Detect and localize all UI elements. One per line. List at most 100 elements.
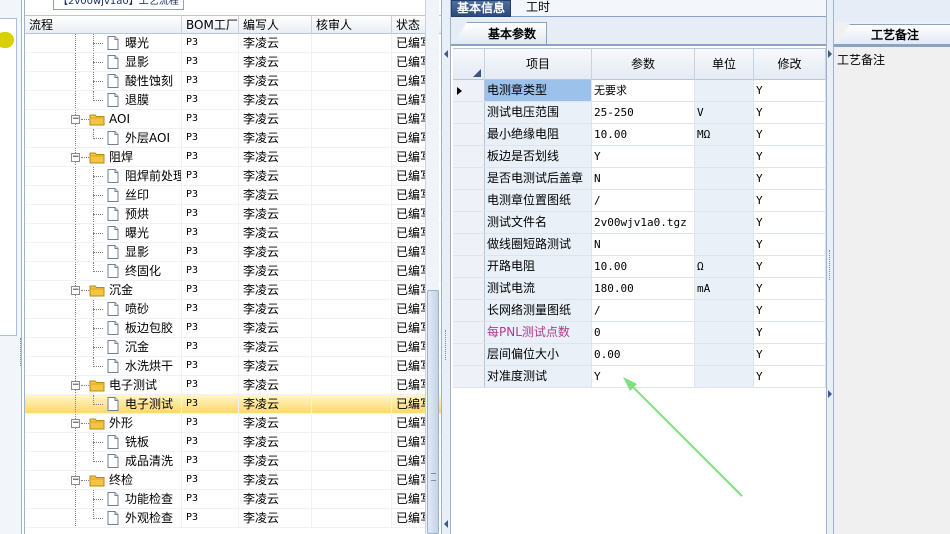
document-icon (107, 207, 119, 221)
tree-node[interactable]: 丝印 (25, 186, 182, 204)
left-splitter-grip[interactable] (20, 338, 23, 366)
tree-row[interactable]: 曝光 P3 李凌云 已编写 (25, 34, 442, 53)
tree-vertical-scrollbar[interactable] (425, 0, 439, 534)
reviewer-cell (312, 452, 392, 470)
author-cell: 李凌云 (239, 167, 312, 185)
tree-node[interactable]: 显影 (25, 53, 182, 71)
tree-node[interactable]: − 沉金 (25, 281, 182, 299)
document-icon (107, 74, 119, 88)
tree-node[interactable]: 终固化 (25, 262, 182, 280)
tree-node[interactable]: − AOI (25, 110, 182, 128)
tree-row[interactable]: − AOI P3 李凌云 已编写 (25, 110, 442, 129)
tree-row[interactable]: 板边包胶 P3 李凌云 已编写 (25, 319, 442, 338)
reviewer-cell (312, 205, 392, 223)
tree-node[interactable]: 成品清洗 (25, 452, 182, 470)
tree-node[interactable]: 外观检查 (25, 509, 182, 527)
tree-header-bom[interactable]: BOM工厂 (182, 16, 239, 34)
collapse-node-icon[interactable]: − (71, 381, 80, 390)
annotation-arrow (623, 377, 743, 497)
process-notes-panel: 工艺备注 工艺备注 (834, 0, 950, 534)
tree-row[interactable]: 阻焊前处理 P3 李凌云 已编写 (25, 167, 442, 186)
tree-row[interactable]: − 外形 P3 李凌云 已编写 (25, 414, 442, 433)
tree-node-label: 阻焊 (109, 150, 134, 164)
tree-node-label: 外层AOI (125, 131, 170, 145)
tree-node[interactable]: 水洗烘干 (25, 357, 182, 375)
collapse-node-icon[interactable]: − (71, 115, 80, 124)
tree-row[interactable]: 显影 P3 李凌云 已编写 (25, 53, 442, 72)
tree-row[interactable]: 成品清洗 P3 李凌云 已编写 (25, 452, 442, 471)
tree-node-label: 沉金 (125, 340, 150, 354)
tree-node[interactable]: − 电子测试 (25, 376, 182, 394)
tree-node[interactable]: 曝光 (25, 34, 182, 52)
tree-node[interactable]: 沉金 (25, 338, 182, 356)
bom-cell: P3 (182, 53, 239, 71)
collapse-node-icon[interactable]: − (71, 286, 80, 295)
bom-cell: P3 (182, 300, 239, 318)
tree-node[interactable]: 阻焊前处理 (25, 167, 182, 185)
bom-cell: P3 (182, 338, 239, 356)
tree-row[interactable]: 预烘 P3 李凌云 已编写 (25, 205, 442, 224)
tree-row[interactable]: 显影 P3 李凌云 已编写 (25, 243, 442, 262)
right-splitter-grip[interactable] (829, 250, 832, 280)
tree-row[interactable]: 喷砂 P3 李凌云 已编写 (25, 300, 442, 319)
tree-node[interactable]: 功能检查 (25, 490, 182, 508)
folder-icon (89, 114, 105, 126)
tree-row[interactable]: 丝印 P3 李凌云 已编写 (25, 186, 442, 205)
tree-node[interactable]: 酸性蚀刻 (25, 72, 182, 90)
bom-cell: P3 (182, 490, 239, 508)
tree-row[interactable]: − 电子测试 P3 李凌云 已编写 (25, 376, 442, 395)
tree-node[interactable]: 板边包胶 (25, 319, 182, 337)
tree-node[interactable]: − 终检 (25, 471, 182, 489)
tree-row[interactable]: − 阻焊 P3 李凌云 已编写 (25, 148, 442, 167)
author-cell: 李凌云 (239, 433, 312, 451)
collapse-node-icon[interactable]: − (71, 153, 80, 162)
tree-row[interactable]: 水洗烘干 P3 李凌云 已编写 (25, 357, 442, 376)
tree-node[interactable]: 退膜 (25, 91, 182, 109)
tree-node[interactable]: − 外形 (25, 414, 182, 432)
collapse-node-icon[interactable]: − (71, 476, 80, 485)
tree-header-reviewer[interactable]: 核审人 (312, 16, 392, 34)
tree-node-label: 曝光 (125, 36, 150, 50)
tree-node-label: 电子测试 (125, 397, 174, 411)
tree-node[interactable]: 外层AOI (25, 129, 182, 147)
collapse-right-icon[interactable] (828, 390, 832, 398)
author-cell: 李凌云 (239, 243, 312, 261)
tree-splitter-grip[interactable] (445, 330, 448, 360)
collapse-node-icon[interactable]: − (71, 419, 80, 428)
tree-row[interactable]: 外观检查 P3 李凌云 已编写 (25, 509, 442, 528)
tree-row[interactable]: 终固化 P3 李凌云 已编写 (25, 262, 442, 281)
tree-node[interactable]: 电子测试 (25, 395, 182, 413)
tree-node[interactable]: 显影 (25, 243, 182, 261)
tree-row[interactable]: 铣板 P3 李凌云 已编写 (25, 433, 442, 452)
author-cell: 李凌云 (239, 72, 312, 90)
collapse-left-icon[interactable] (444, 50, 448, 58)
tree-node[interactable]: 铣板 (25, 433, 182, 451)
tree-node[interactable]: 预烘 (25, 205, 182, 223)
tree-row[interactable]: 酸性蚀刻 P3 李凌云 已编写 (25, 72, 442, 91)
reviewer-cell (312, 243, 392, 261)
tree-row[interactable]: 外层AOI P3 李凌云 已编写 (25, 129, 442, 148)
tree-node[interactable]: 曝光 (25, 224, 182, 242)
tree-row[interactable]: 退膜 P3 李凌云 已编写 (25, 91, 442, 110)
right-splitter[interactable] (826, 0, 834, 534)
tree-row[interactable]: 电子测试 P3 李凌云 已编写 (25, 395, 442, 414)
collapse-right-icon[interactable] (828, 50, 832, 58)
tree-row[interactable]: 曝光 P3 李凌云 已编写 (25, 224, 442, 243)
tree-scrollbar-thumb[interactable] (427, 290, 439, 534)
tab-process-notes[interactable]: 工艺备注 (836, 24, 950, 45)
tree-splitter[interactable] (441, 0, 451, 534)
collapse-left-icon[interactable] (444, 520, 448, 528)
tree-node[interactable]: 喷砂 (25, 300, 182, 318)
tree-row[interactable]: − 终检 P3 李凌云 已编写 (25, 471, 442, 490)
tree-row[interactable]: 沉金 P3 李凌云 已编写 (25, 338, 442, 357)
tree-node[interactable]: − 阻焊 (25, 148, 182, 166)
tree-row[interactable]: − 沉金 P3 李凌云 已编写 (25, 281, 442, 300)
document-icon (107, 55, 119, 69)
reviewer-cell (312, 509, 392, 527)
tree-header-flow[interactable]: 流程 (25, 16, 182, 34)
bom-cell: P3 (182, 471, 239, 489)
tree-node-label: 显影 (125, 245, 150, 259)
bom-cell: P3 (182, 186, 239, 204)
tree-row[interactable]: 功能检查 P3 李凌云 已编写 (25, 490, 442, 509)
tree-header-author[interactable]: 编写人 (239, 16, 312, 34)
